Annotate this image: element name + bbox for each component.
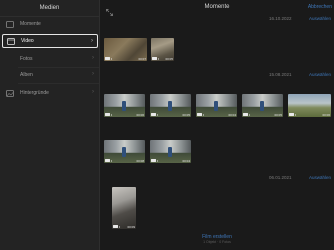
video-duration: 00:06 [136,112,144,117]
video-thumbnail[interactable]: 00:04 [196,94,237,117]
video-icon [289,113,296,116]
video-duration: 00:04 [228,112,236,117]
albums-icon [5,71,15,79]
video-thumbnail[interactable]: 00:09 [112,187,136,229]
select-button[interactable]: Auswählen [309,16,331,21]
sidebar-item-albums[interactable]: Alben › [2,68,98,82]
select-button[interactable]: Auswählen [309,72,331,77]
video-thumbnail[interactable]: 00:04 [150,140,191,163]
photos-icon [5,55,15,63]
video-thumbnail[interactable]: 00:08 [104,140,145,163]
person-figure [260,100,265,111]
video-duration: 00:09 [127,224,135,229]
person-figure [168,146,173,157]
sidebar: Medien Momente Video › Fotos › Alben › H… [0,0,100,250]
sidebar-item-label: Fotos [20,56,33,62]
person-figure [168,100,173,111]
video-thumbnail[interactable]: 00:07 [104,38,147,61]
sidebar-item-label: Hintergründe [20,90,49,96]
video-icon [243,113,250,116]
video-icon [6,37,16,45]
topbar: Momente Abbrechen [100,0,334,16]
sidebar-item-moments[interactable]: Momente [2,17,98,31]
person-figure [122,146,127,157]
video-icon [151,113,158,116]
video-duration: 00:06 [322,112,330,117]
person-figure [122,100,127,111]
divider [18,83,99,84]
video-duration: 00:05 [165,56,173,61]
video-icon [151,159,158,162]
main-panel: Momente Abbrechen 16.10.2022 Auswählen 0… [100,0,334,250]
date-label: 06.01.2021 [269,175,292,180]
video-thumbnail[interactable]: 00:05 [242,94,283,117]
chevron-right-icon: › [91,38,93,44]
video-duration: 00:05 [182,112,190,117]
video-thumbnail[interactable]: 00:06 [288,94,331,117]
sidebar-item-label: Video [21,38,34,44]
video-duration: 00:08 [136,158,144,163]
page-title: Momente [204,4,230,10]
video-thumbnail[interactable]: 00:06 [104,94,145,117]
select-button[interactable]: Auswählen [309,175,331,180]
video-icon [105,57,112,60]
video-thumbnail[interactable]: 00:05 [151,38,174,61]
sidebar-item-backgrounds[interactable]: Hintergründe › [2,86,98,100]
sidebar-title: Medien [0,0,99,17]
sidebar-item-label: Momente [20,21,41,27]
video-duration: 00:07 [138,56,146,61]
video-duration: 00:04 [182,158,190,163]
cancel-button[interactable]: Abbrechen [308,4,332,10]
sidebar-item-photos[interactable]: Fotos › [2,52,98,66]
chevron-right-icon: › [92,71,94,77]
video-thumbnail[interactable]: 00:05 [150,94,191,117]
chevron-right-icon: › [92,55,94,61]
moments-icon [5,20,15,28]
selection-summary: 1 Objekt · 0 Fotos [203,240,231,244]
sidebar-item-label: Alben [20,72,33,78]
video-icon [197,113,204,116]
date-label: 16.10.2022 [269,16,292,21]
video-icon [105,113,112,116]
sidebar-item-video[interactable]: Video › [2,34,98,48]
date-label: 15.08.2021 [269,72,292,77]
video-duration: 00:05 [274,112,282,117]
backgrounds-icon [5,89,15,97]
person-figure [214,100,219,111]
video-icon [113,225,120,228]
chevron-right-icon: › [92,89,94,95]
video-icon [152,57,159,60]
video-icon [105,159,112,162]
